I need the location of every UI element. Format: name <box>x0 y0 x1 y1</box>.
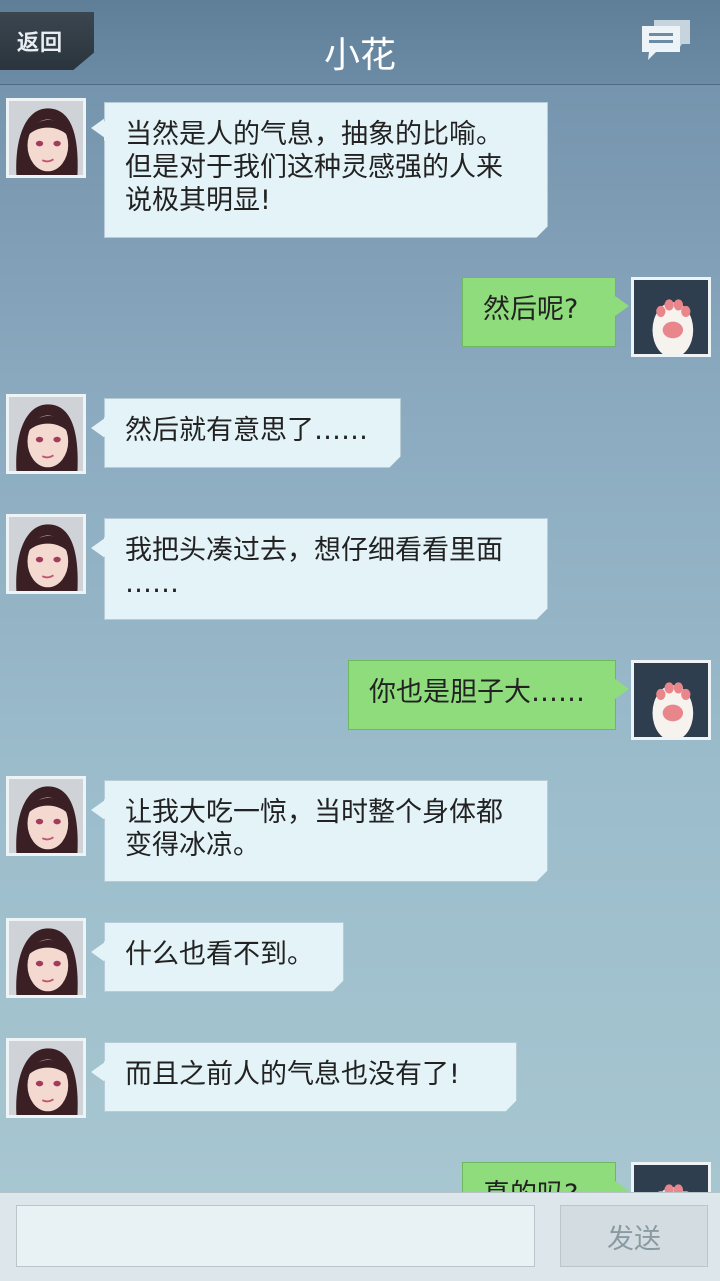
message-bubble-incoming: 而且之前人的气息也没有了! <box>104 1042 517 1112</box>
contact-name-title: 小花 <box>323 35 396 76</box>
message-text: 让我大吃一惊，当时整个身体都 变得冰凉。 <box>125 797 503 861</box>
message-text: 然后呢? <box>483 294 579 325</box>
avatar-contact[interactable] <box>6 394 86 474</box>
send-button[interactable]: 发送 <box>560 1205 708 1267</box>
message-bubble-incoming: 什么也看不到。 <box>104 922 344 992</box>
avatar-contact[interactable] <box>6 1038 86 1118</box>
message-bubble-incoming: 当然是人的气息，抽象的比喻。 但是对于我们这种灵感强的人来 说极其明显! <box>104 102 548 238</box>
message-text: 然后就有意思了…… <box>125 415 368 446</box>
avatar-self[interactable] <box>631 660 711 740</box>
message-bubble-outgoing: 然后呢? <box>462 277 616 347</box>
message-input[interactable] <box>16 1205 535 1267</box>
message-text: 而且之前人的气息也没有了! <box>125 1059 460 1090</box>
message-text: 当然是人的气息，抽象的比喻。 但是对于我们这种灵感强的人来 说极其明显! <box>125 119 503 216</box>
avatar-contact[interactable] <box>6 98 86 178</box>
message-text: 什么也看不到。 <box>125 939 314 970</box>
message-bubble-incoming: 我把头凑过去，想仔细看看里面 …… <box>104 518 548 620</box>
message-bubble-incoming: 让我大吃一惊，当时整个身体都 变得冰凉。 <box>104 780 548 882</box>
header-bar: 返回 小花 <box>0 0 720 85</box>
avatar-contact[interactable] <box>6 776 86 856</box>
message-text: 你也是胆子大…… <box>369 677 585 708</box>
input-bar: 发送 <box>0 1192 720 1281</box>
chat-bubbles-icon[interactable] <box>638 14 694 62</box>
avatar-contact[interactable] <box>6 514 86 594</box>
message-bubble-incoming: 然后就有意思了…… <box>104 398 401 468</box>
message-bubble-outgoing: 你也是胆子大…… <box>348 660 616 730</box>
message-text: 我把头凑过去，想仔细看看里面 …… <box>125 535 503 599</box>
avatar-self[interactable] <box>631 277 711 357</box>
avatar-contact[interactable] <box>6 918 86 998</box>
